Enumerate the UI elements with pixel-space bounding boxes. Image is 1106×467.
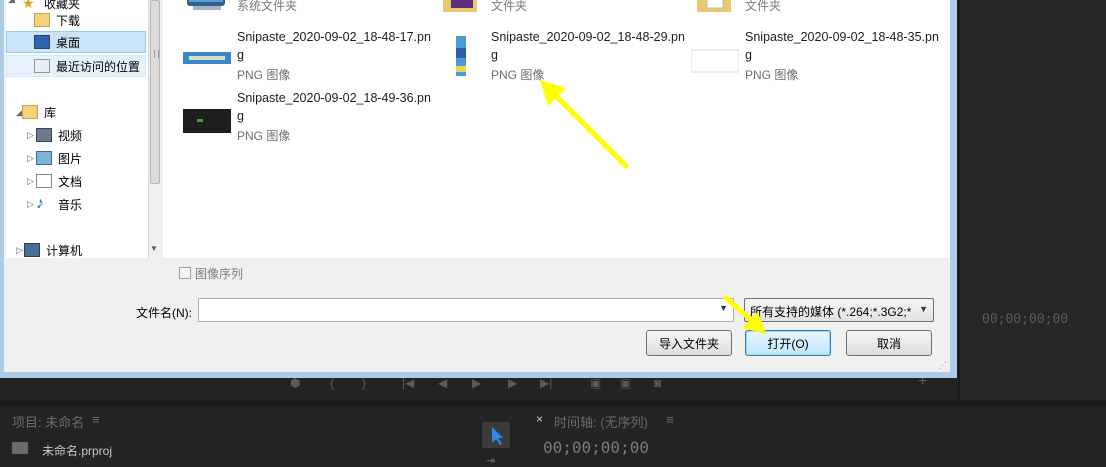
selection-arrow-icon [492, 427, 503, 445]
file-item[interactable]: Snipaste_2020-09-02_18-48-17.png PNG 图像 [183, 28, 433, 82]
image-sequence-checkbox[interactable] [179, 267, 191, 279]
file-name: Snipaste_2020-09-02_18-48-35.png [745, 30, 939, 62]
navigation-pane: ◢ ★ 收藏夹 下载 桌面 最近访问的位置 ◢ 库 ▷ 视频 ▷ 图片 ▷ 文档… [6, 0, 148, 258]
expand-caret-icon[interactable]: ▷ [27, 176, 34, 187]
scroll-down-icon[interactable]: ▼ [150, 244, 158, 253]
panel-menu-icon[interactable]: ≡ [92, 412, 100, 427]
nav-videos-label: 视频 [58, 128, 83, 143]
system-folder-icon [183, 0, 229, 16]
play-icon[interactable]: ▶ [472, 376, 481, 390]
folder-icon [695, 0, 735, 16]
file-name: Snipaste_2020-09-02_18-48-29.png [491, 30, 685, 62]
panel-menu-icon[interactable]: ≡ [666, 412, 674, 427]
project-file-name[interactable]: 未命名.prproj [42, 442, 112, 459]
grip-icon [154, 50, 159, 58]
mark-out-icon[interactable]: } [362, 376, 366, 390]
pictures-icon [36, 151, 52, 165]
nav-pictures[interactable]: 图片 [36, 147, 82, 169]
nav-desktop-label: 桌面 [56, 35, 81, 50]
file-name: Snipaste_2020-09-02_18-49-36.png [237, 91, 431, 123]
file-item[interactable]: Snipaste_2020-09-02_18-48-29.png PNG 图像 [437, 28, 687, 84]
computer-icon [24, 243, 40, 257]
nav-scrollbar-thumb[interactable] [150, 0, 160, 184]
file-thumbnail [437, 36, 485, 84]
filename-input[interactable]: ▼ [198, 298, 734, 322]
file-type: PNG 图像 [237, 129, 291, 143]
resize-grip-icon[interactable]: ⋰ [938, 360, 947, 371]
file-thumbnail [183, 36, 231, 76]
program-timecode[interactable]: 00;00;00;00 [982, 312, 1068, 327]
filename-label: 文件名(N): [136, 306, 192, 320]
project-file-icon [12, 442, 28, 454]
nav-library-label: 库 [44, 105, 57, 120]
insert-icon[interactable]: ▣ [590, 376, 601, 390]
step-forward-icon[interactable]: ▶ [508, 376, 517, 390]
program-monitor-panel [960, 0, 1106, 404]
mark-in-icon[interactable]: { [330, 376, 334, 390]
tools-panel: ⇥ [472, 406, 520, 467]
nav-downloads-label: 下载 [56, 13, 81, 28]
file-type-filter-value: 所有支持的媒体 (*.264;*.3G2;* [750, 305, 912, 319]
collapse-caret-icon[interactable]: ◢ [8, 0, 15, 5]
image-sequence-label: 图像序列 [195, 267, 244, 281]
selection-tool[interactable] [482, 422, 510, 448]
file-item[interactable]: Snipaste_2020-09-02_18-48-35.png PNG 图像 [690, 28, 941, 82]
music-icon: ♪ [36, 195, 44, 212]
nav-pictures-label: 图片 [58, 151, 83, 166]
nav-music[interactable]: ♪ 音乐 [36, 193, 82, 215]
timeline-timecode[interactable]: 00;00;00;00 [543, 438, 649, 457]
nav-desktop[interactable]: 桌面 [6, 31, 146, 53]
desktop-icon [34, 35, 50, 49]
nav-music-label: 音乐 [58, 197, 83, 212]
annotation-arrow-icon [723, 295, 766, 334]
file-thumbnail [690, 36, 740, 76]
import-folder-button[interactable]: 导入文件夹 [646, 330, 732, 356]
annotation-arrow-icon [540, 80, 629, 169]
nav-videos[interactable]: 视频 [36, 124, 82, 146]
file-item[interactable]: Snipaste_2020-09-02_18-49-36.png PNG 图像 [183, 89, 433, 143]
nav-downloads[interactable]: 下载 [34, 9, 80, 31]
top-item-type: 文件夹 [491, 0, 528, 13]
video-icon [36, 128, 52, 142]
expand-caret-icon[interactable]: ▷ [16, 245, 23, 256]
nav-documents-label: 文档 [58, 174, 83, 189]
file-type-filter-select[interactable]: 所有支持的媒体 (*.264;*.3G2;* ▼ [744, 298, 934, 322]
chevron-down-icon: ▼ [919, 304, 928, 314]
recent-places-icon [34, 59, 50, 73]
project-panel: 项目: 未命名 ≡ 未命名.prproj [0, 406, 468, 467]
download-folder-icon [34, 13, 50, 27]
file-type: PNG 图像 [745, 68, 799, 82]
timeline-panel: × 时间轴: (无序列) ≡ 00;00;00;00 [526, 406, 1106, 467]
project-panel-title[interactable]: 项目: 未命名 [12, 412, 84, 431]
cancel-button[interactable]: 取消 [846, 330, 932, 356]
marker-icon[interactable]: ⬢ [290, 376, 300, 390]
camera-icon[interactable]: ◙ [654, 376, 661, 390]
file-type: PNG 图像 [237, 68, 291, 82]
library-icon [22, 105, 38, 119]
folder-icon [441, 0, 481, 16]
top-item-type: 文件夹 [745, 0, 782, 13]
file-thumbnail [183, 97, 231, 137]
overwrite-icon[interactable]: ▣ [620, 376, 631, 390]
timeline-panel-title[interactable]: 时间轴: (无序列) [554, 412, 648, 431]
expand-caret-icon[interactable]: ▷ [27, 130, 34, 141]
nav-recent-label: 最近访问的位置 [56, 59, 141, 74]
documents-icon [36, 174, 52, 188]
step-back-icon[interactable]: ◀ [438, 376, 447, 390]
go-to-out-icon[interactable]: ▶| [540, 376, 552, 390]
close-icon[interactable]: × [536, 412, 543, 426]
nav-library[interactable]: 库 [22, 101, 56, 123]
top-item-type: 系统文件夹 [237, 0, 298, 13]
track-select-icon[interactable]: ⇥ [486, 454, 495, 467]
expand-caret-icon[interactable]: ▷ [27, 199, 34, 210]
nav-documents[interactable]: 文档 [36, 170, 82, 192]
go-to-in-icon[interactable]: |◀ [402, 376, 414, 390]
nav-recent[interactable]: 最近访问的位置 [6, 55, 146, 77]
expand-caret-icon[interactable]: ▷ [27, 153, 34, 164]
file-name: Snipaste_2020-09-02_18-48-17.png [237, 30, 431, 62]
nav-computer-label: 计算机 [46, 243, 83, 258]
